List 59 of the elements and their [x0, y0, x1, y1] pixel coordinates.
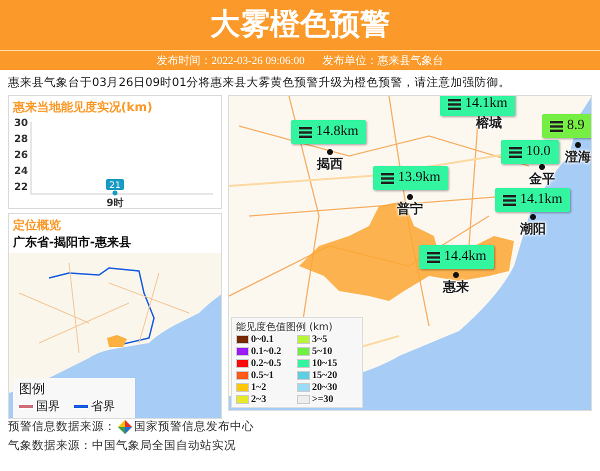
city-label: 揭西: [317, 156, 343, 173]
data-point: [112, 190, 118, 196]
legend-item: 1~2: [236, 382, 297, 393]
city-label: 金平: [529, 171, 555, 188]
diamond-logo-icon: [118, 420, 132, 434]
publisher: 发布单位：惠来县气象台: [322, 54, 444, 68]
panel-title: 惠来当地能见度实况(km): [12, 99, 154, 116]
legend-item: 10~15: [297, 358, 358, 369]
visibility-marker[interactable]: 13.9km: [373, 166, 448, 190]
city-label: 惠来: [443, 279, 469, 296]
legend-item: 0.5~1: [236, 370, 297, 381]
location-path: 广东省-揭阳市-惠来县: [12, 234, 132, 251]
visibility-marker[interactable]: 14.1km: [440, 96, 516, 116]
list-icon: [550, 120, 563, 132]
y-tick-label: 22: [14, 182, 28, 193]
legend-item: 0.2~0.5: [236, 358, 297, 369]
legend-item: 5~10: [297, 346, 358, 357]
legend-title: 能见度色值图例 (km): [236, 320, 334, 334]
publish-time: 发布时间：2022-03-26 09:06:00: [156, 54, 305, 68]
x-tick-label: 9时: [106, 198, 124, 208]
city-label: 澄海: [565, 149, 591, 166]
y-tick-label: 26: [14, 150, 28, 161]
legend-item: 0.1~0.2: [236, 346, 297, 357]
list-icon: [427, 252, 440, 262]
list-icon: [448, 98, 461, 110]
y-tick-label: 24: [14, 166, 28, 177]
panel-title: 定位概览: [12, 217, 62, 234]
weather-source: 气象数据来源：中国气象局全国自动站实况: [8, 438, 237, 453]
visibility-marker[interactable]: 8.9: [542, 114, 591, 138]
legend-item: >=30: [297, 394, 358, 405]
y-tick-label: 30: [14, 118, 28, 129]
list-icon: [381, 172, 394, 184]
legend-item: 15~20: [297, 370, 358, 381]
legend-item: 3~5: [297, 334, 358, 345]
city-label: 潮阳: [520, 221, 546, 238]
data-label: 21: [109, 181, 121, 191]
source-label: 预警信息数据来源：: [8, 419, 116, 434]
y-tick-label: 28: [14, 134, 28, 145]
legend-item: 0~0.1: [236, 334, 297, 345]
legend-item: 20~30: [297, 382, 358, 393]
visibility-marker[interactable]: 14.4km: [419, 245, 494, 269]
legend-item: 省界: [74, 398, 115, 415]
city-dot-icon: [539, 164, 545, 170]
data-label: 21: [106, 179, 124, 191]
list-icon: [509, 146, 522, 158]
warning-title: 大雾橙色预警: [210, 6, 390, 44]
legend-title: 图例: [19, 381, 46, 398]
y-axis: 22 24 26 28 30: [14, 118, 32, 194]
visibility-marker[interactable]: 14.8km: [291, 120, 366, 144]
list-icon: [503, 194, 516, 206]
legend-item: 国界: [19, 398, 60, 415]
warning-summary: 惠来县气象台于03月26日09时01分将惠来县大雾黄色预警升级为橙色预警，请注意加强防御。: [7, 74, 512, 91]
legend-item: 2~3: [236, 394, 297, 405]
source-name: 国家预警信息发布中心: [134, 419, 254, 434]
list-icon: [299, 126, 312, 138]
city-dot-icon: [327, 149, 333, 155]
visibility-marker[interactable]: 14.1km: [495, 188, 570, 212]
visibility-marker[interactable]: 10.0: [501, 140, 558, 164]
city-dot-icon: [407, 194, 413, 200]
